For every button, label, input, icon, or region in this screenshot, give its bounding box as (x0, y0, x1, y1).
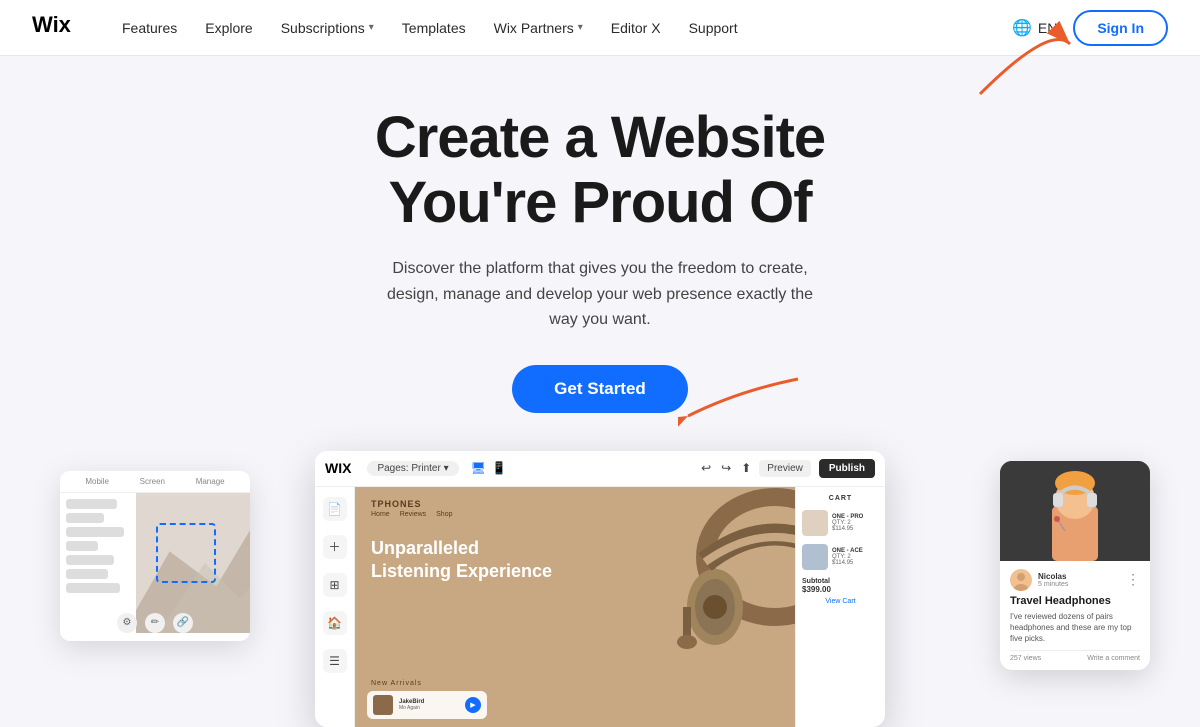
user-avatar (1010, 569, 1032, 591)
cart-item-image-2 (802, 544, 828, 570)
write-comment-button[interactable]: Write a comment (1087, 655, 1140, 662)
music-info: JakeBird Mo Again (399, 699, 459, 711)
left-card-preview (136, 493, 250, 633)
cart-item-image-1 (802, 510, 828, 536)
language-selector[interactable]: 🌐 EN (1012, 18, 1057, 38)
blog-card-image (1000, 461, 1150, 561)
cart-title: CART (802, 495, 879, 502)
hero-section: Create a Website You're Proud Of Discove… (0, 56, 1200, 433)
nav-right: 🌐 EN Sign In (1012, 10, 1168, 46)
left-card-icon-2[interactable]: ✏ (145, 613, 165, 633)
sidebar-pages-icon[interactable]: 📄 (323, 497, 347, 521)
left-card-body (60, 493, 250, 633)
dashed-selection-rect (156, 523, 216, 583)
mobile-icon[interactable]: 📱 (492, 461, 507, 475)
cart-subtotal-label: Subtotal (802, 578, 879, 585)
preview-section: Mobile Screen Manage (0, 451, 1200, 727)
editor-sidebar: 📄 ＋ ⊞ 🏠 ☰ (315, 487, 355, 727)
cart-item-info-2: ONE - ACE QTY: 2 $114.95 (832, 548, 879, 566)
get-started-button[interactable]: Get Started (512, 365, 688, 413)
left-card-header: Mobile Screen Manage (60, 471, 250, 493)
left-card-rows (60, 493, 136, 633)
hero-title: Create a Website You're Proud Of (20, 106, 1180, 236)
editor-topbar: WIX Pages: Printer ▾ 🖥 📱 ↩ ↪ ⬆ Preview P… (315, 451, 885, 487)
sidebar-add-icon[interactable]: ＋ (323, 535, 347, 559)
cart-total-amount: $399.00 (802, 585, 879, 594)
wix-logo[interactable]: Wix (32, 14, 82, 41)
canvas-brand-label: TPHONES (371, 499, 422, 509)
nav-wix-partners[interactable]: Wix Partners ▾ (494, 20, 583, 36)
user-time: 5 minutes (1038, 581, 1120, 588)
cart-view-button[interactable]: View Cart (802, 598, 879, 605)
nav-links: Features Explore Subscriptions ▾ Templat… (122, 20, 1012, 36)
post-footer: 257 views Write a comment (1010, 650, 1140, 662)
person-graphic (1000, 461, 1150, 561)
canvas-music-card: JakeBird Mo Again ▶ (367, 691, 487, 719)
editor-preview-button[interactable]: Preview (759, 460, 811, 477)
nav-templates[interactable]: Templates (402, 20, 466, 36)
chevron-down-icon: ▾ (578, 22, 583, 33)
globe-icon: 🌐 (1012, 18, 1032, 38)
post-body: I've reviewed dozens of pairs headphones… (1010, 611, 1140, 645)
sidebar-apps-icon[interactable]: ⊞ (323, 573, 347, 597)
music-play-button[interactable]: ▶ (465, 697, 481, 713)
blog-card-body: Nicolas 5 minutes ⋮ Travel Headphones I'… (1000, 561, 1150, 671)
editor-toolbar: ↩ ↪ ⬆ (701, 461, 751, 475)
main-editor-window: WIX Pages: Printer ▾ 🖥 📱 ↩ ↪ ⬆ Preview P… (315, 451, 885, 727)
svg-text:Wix: Wix (32, 14, 72, 36)
sidebar-layers-icon[interactable]: ☰ (323, 649, 347, 673)
left-editor-card: Mobile Screen Manage (60, 471, 250, 641)
left-card-icon-1[interactable]: ⚙ (117, 613, 137, 633)
canvas-nav-reviews: Reviews (400, 511, 426, 518)
canvas-section-label: New Arrivals (371, 680, 422, 687)
canvas-headline: Unparalleled Listening Experience (371, 537, 552, 584)
left-card-icon-3[interactable]: 🔗 (173, 613, 193, 633)
chevron-down-icon: ▾ (369, 22, 374, 33)
cta-arrow (678, 371, 808, 431)
nav-editor-x[interactable]: Editor X (611, 20, 661, 36)
user-name: Nicolas (1038, 572, 1120, 581)
blog-card-user: Nicolas 5 minutes ⋮ (1010, 569, 1140, 591)
share-icon[interactable]: ⬆ (741, 461, 751, 475)
cta-wrapper: Get Started (512, 365, 688, 413)
nav-explore[interactable]: Explore (205, 20, 252, 36)
cart-item-info-1: ONE - PRO QTY: 2 $114.95 (832, 514, 879, 532)
music-thumbnail (373, 695, 393, 715)
user-menu-icon[interactable]: ⋮ (1126, 571, 1140, 588)
editor-device-icons: 🖥 📱 (471, 461, 507, 475)
left-col-mobile: Mobile (85, 477, 109, 486)
canvas-navigation: Home Reviews Shop (371, 511, 453, 518)
post-views: 257 views (1010, 655, 1041, 662)
cart-item-2: ONE - ACE QTY: 2 $114.95 (802, 544, 879, 570)
left-col-manage: Manage (196, 477, 225, 486)
nav-subscriptions[interactable]: Subscriptions ▾ (281, 20, 374, 36)
desktop-icon[interactable]: 🖥 (471, 461, 486, 475)
editor-wix-logo: WIX (325, 460, 351, 476)
redo-icon[interactable]: ↪ (721, 461, 731, 475)
left-col-screen: Screen (140, 477, 165, 486)
user-info: Nicolas 5 minutes (1038, 572, 1120, 588)
hero-subtitle: Discover the platform that gives you the… (380, 256, 820, 333)
canvas-nav-home: Home (371, 511, 390, 518)
undo-icon[interactable]: ↩ (701, 461, 711, 475)
sidebar-media-icon[interactable]: 🏠 (323, 611, 347, 635)
nav-features[interactable]: Features (122, 20, 177, 36)
right-blog-card: Nicolas 5 minutes ⋮ Travel Headphones I'… (1000, 461, 1150, 671)
canvas-nav-shop: Shop (436, 511, 452, 518)
editor-body: 📄 ＋ ⊞ 🏠 ☰ TPHONES Home Reviews Shop Unpa… (315, 487, 885, 727)
cart-item-1: ONE - PRO QTY: 2 $114.95 (802, 510, 879, 536)
editor-canvas: TPHONES Home Reviews Shop Unparalleled L… (355, 487, 885, 727)
left-card-actions: ⚙ ✏ 🔗 (60, 613, 250, 633)
navbar: Wix Features Explore Subscriptions ▾ Tem… (0, 0, 1200, 56)
signin-button[interactable]: Sign In (1073, 10, 1168, 46)
post-title: Travel Headphones (1010, 595, 1140, 607)
cart-panel: CART ONE - PRO QTY: 2 $114.95 ONE - ACE (795, 487, 885, 727)
editor-publish-button[interactable]: Publish (819, 459, 875, 478)
editor-page-selector[interactable]: Pages: Printer ▾ (367, 461, 458, 476)
nav-support[interactable]: Support (689, 20, 738, 36)
